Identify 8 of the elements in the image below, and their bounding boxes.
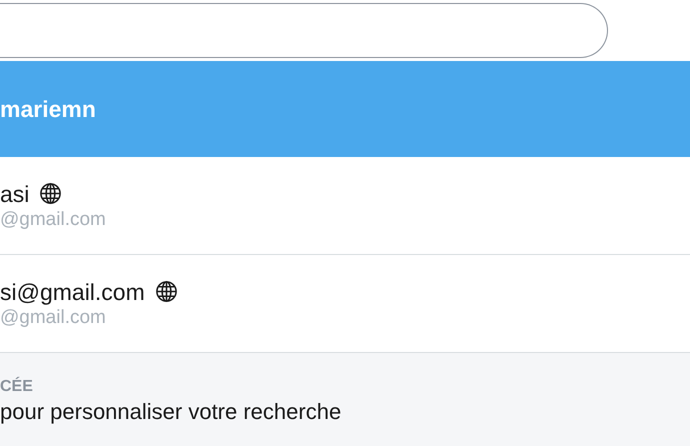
search-field[interactable] bbox=[0, 3, 608, 58]
hint-text: pour personnaliser votre recherche bbox=[0, 398, 342, 426]
result-name: asi bbox=[0, 180, 30, 208]
result-name: si@gmail.com bbox=[0, 278, 145, 306]
result-email: @gmail.com bbox=[0, 306, 107, 330]
section-heading: CÉE bbox=[0, 377, 34, 397]
result-name: mariemn bbox=[0, 95, 96, 123]
result-email: @gmail.com bbox=[0, 208, 107, 232]
